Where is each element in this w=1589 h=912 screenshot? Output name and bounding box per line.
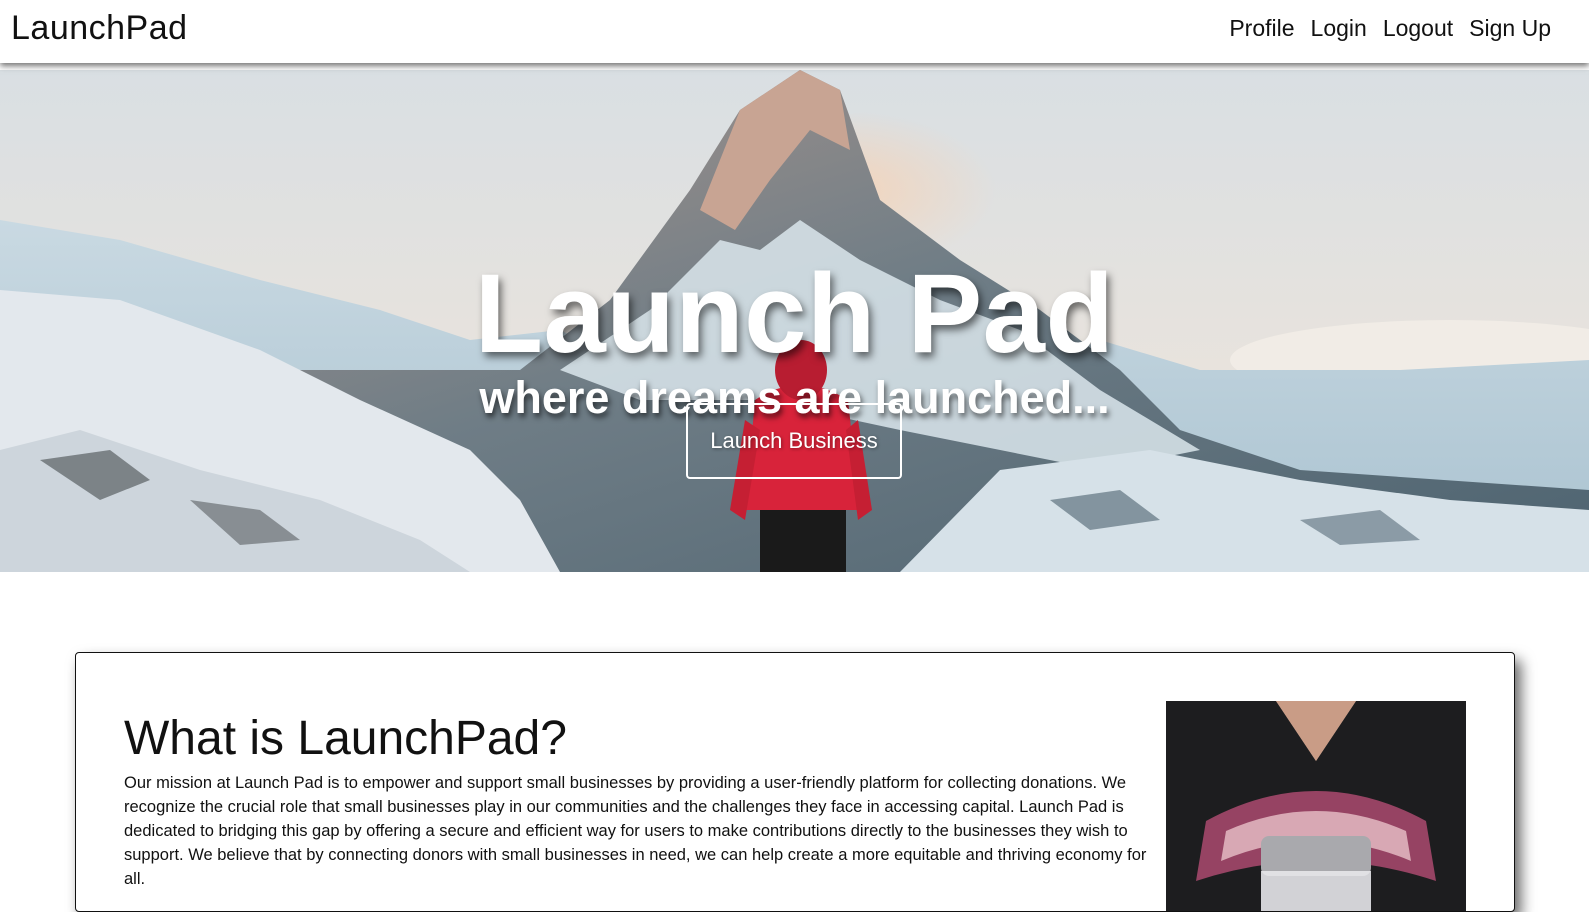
nav-link-logout[interactable]: Logout [1383, 15, 1453, 42]
nav-link-profile[interactable]: Profile [1229, 15, 1294, 42]
nav-link-login[interactable]: Login [1311, 15, 1367, 42]
navbar: LaunchPad Profile Login Logout Sign Up [0, 0, 1589, 63]
launch-business-button[interactable]: Launch Business [686, 403, 902, 479]
hero-section: Launch Pad where dreams are launched... … [0, 70, 1589, 572]
nav-link-signup[interactable]: Sign Up [1469, 15, 1551, 42]
about-description: Our mission at Launch Pad is to empower … [124, 774, 1147, 888]
hero-title: Launch Pad [474, 251, 1115, 377]
nav-links: Profile Login Logout Sign Up [1229, 15, 1551, 42]
about-title: What is LaunchPad? [124, 712, 567, 765]
about-card: What is LaunchPad? Our mission at Launch… [75, 652, 1515, 912]
donation-jar-image [1166, 701, 1466, 911]
brand-logo-link[interactable]: LaunchPad [11, 9, 188, 48]
